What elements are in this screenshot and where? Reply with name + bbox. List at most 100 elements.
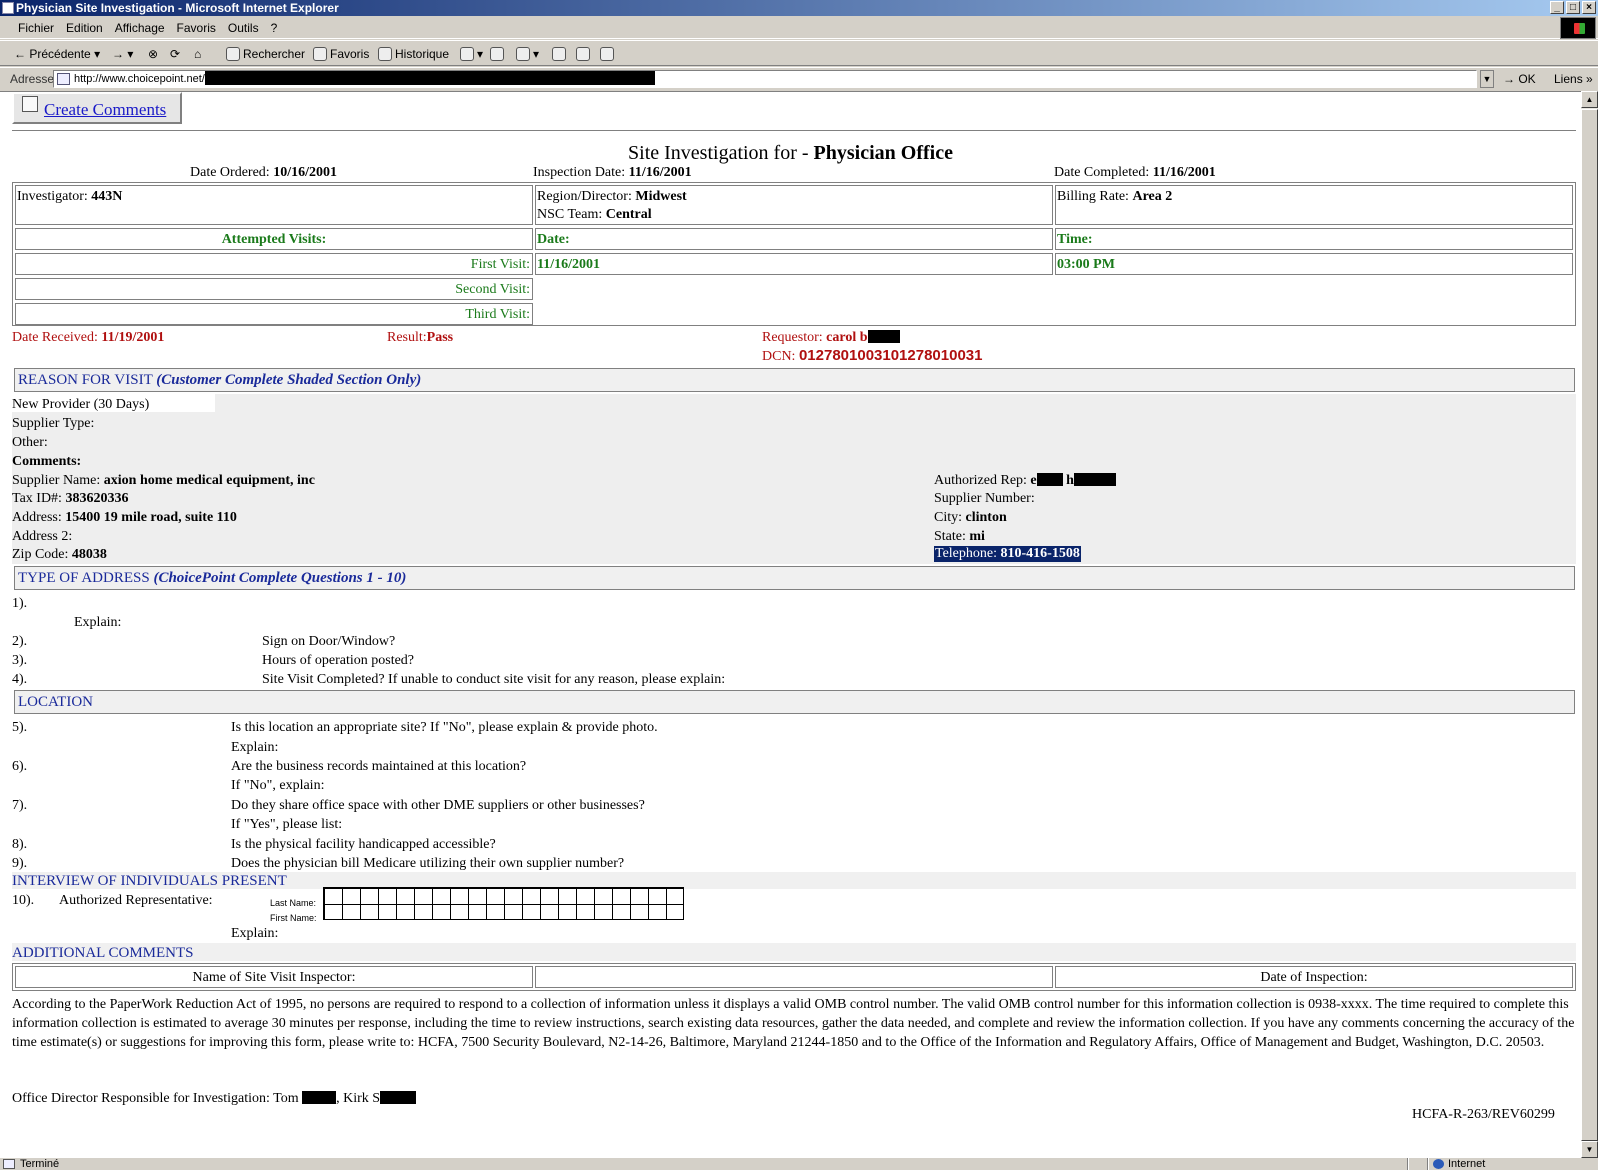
edit-icon[interactable]: ▾ (516, 41, 539, 67)
favorites-button[interactable]: Favoris (313, 41, 369, 67)
new-provider: New Provider (30 Days) (12, 397, 150, 412)
q5-number: 5). (12, 720, 28, 735)
additional-comments-header: ADDITIONAL COMMENTS (12, 945, 194, 961)
region: Region/Director: Midwest (537, 189, 687, 204)
create-comments-link[interactable]: Create Comments (44, 100, 166, 120)
q10-explain: Explain: (231, 926, 279, 941)
attempted-visits-label: Attempted Visits: (221, 232, 327, 247)
history-button[interactable]: Historique (378, 41, 449, 67)
supplier-type: Supplier Type: (12, 416, 95, 431)
last-name-label: Last Name: (270, 898, 317, 908)
q7-sub: If "Yes", please list: (231, 817, 343, 832)
address-dropdown-icon[interactable]: ▼ (1480, 70, 1494, 88)
refresh-icon[interactable]: ⟳ (170, 41, 180, 67)
zip-code: Zip Code: 48038 (12, 547, 107, 562)
interview-header: INTERVIEW OF INDIVIDUALS PRESENT (12, 873, 287, 889)
q3-number: 3). (12, 653, 28, 668)
scroll-thumb[interactable] (1581, 109, 1598, 1141)
dcn: DCN: 0127801003101278010031 (762, 347, 983, 365)
address: Address: 15400 19 mile road, suite 110 (12, 510, 237, 525)
q1-number: 1). (12, 596, 28, 611)
mail-icon[interactable]: ▾ (460, 41, 483, 67)
q4-text: Site Visit Completed? If unable to condu… (262, 672, 726, 687)
q9-number: 9). (12, 856, 28, 871)
q5-explain: Explain: (231, 740, 279, 755)
telephone: Telephone: 810-416-1508 (934, 546, 1081, 562)
q9-text: Does the physician bill Medicare utilizi… (231, 856, 625, 871)
vertical-scrollbar[interactable]: ▲ ▼ (1581, 91, 1598, 1158)
create-comments-button[interactable]: Create Comments (12, 92, 182, 124)
search-icon (226, 47, 240, 61)
time-head-cell (1055, 228, 1573, 250)
third-visit-label: Third Visit: (465, 307, 530, 322)
menu-fichier[interactable]: Fichier (12, 17, 60, 39)
reason-for-visit-header: REASON FOR VISIT (Customer Complete Shad… (14, 368, 1575, 392)
q6-number: 6). (12, 759, 28, 774)
stop-icon[interactable]: ⊗ (148, 41, 158, 67)
result: Result:Pass (387, 330, 454, 345)
first-visit-date: 11/16/2001 (537, 257, 601, 272)
menu-edition[interactable]: Edition (60, 17, 109, 39)
address-input[interactable]: http://www.choicepoint.net/ (53, 70, 1477, 88)
inspector-label: Name of Site Visit Inspector: (192, 970, 356, 985)
status-bar: Terminé Internet (0, 1158, 1598, 1170)
scroll-down-icon[interactable]: ▼ (1581, 1141, 1598, 1158)
menu-favoris[interactable]: Favoris (171, 17, 222, 39)
search-button[interactable]: Rechercher (226, 41, 305, 67)
address-bar: Adresse http://www.choicepoint.net/ ▼ → … (0, 67, 1598, 90)
other: Other: (12, 435, 48, 450)
browser-window: Physician Site Investigation - Microsoft… (0, 0, 1598, 1170)
shade-row (215, 394, 1576, 412)
comment-icon (22, 96, 38, 112)
inspection-date: Inspection Date: 11/16/2001 (533, 165, 692, 180)
print-icon[interactable] (490, 41, 507, 67)
scroll-up-icon[interactable]: ▲ (1581, 91, 1598, 108)
date-received: Date Received: 11/19/2001 (12, 330, 165, 345)
inspector-name-cell[interactable] (535, 966, 1053, 988)
menu-affichage[interactable]: Affichage (109, 17, 171, 39)
first-visit-time: 03:00 PM (1057, 257, 1115, 272)
state: State: mi (934, 529, 985, 544)
minimize-button[interactable]: _ (1550, 1, 1564, 14)
windows-logo-icon (1560, 17, 1596, 39)
date-completed: Date Completed: 11/16/2001 (1054, 165, 1216, 180)
close-button[interactable]: × (1582, 1, 1596, 14)
favorites-icon (313, 47, 327, 61)
toolbar: ← Précédente ▾ → ▾ ⊗ ⟳ ⌂ Rechercher Favo… (0, 40, 1598, 66)
discuss-icon[interactable] (552, 41, 569, 67)
tools-icon[interactable] (600, 41, 617, 67)
back-button[interactable]: ← Précédente ▾ (14, 41, 100, 67)
home-icon[interactable]: ⌂ (194, 41, 201, 67)
date-column-label: Date: (537, 232, 570, 247)
go-button[interactable]: → OK (1503, 72, 1536, 86)
first-name-label: First Name: (270, 913, 317, 923)
window-title: Physician Site Investigation - Microsoft… (16, 1, 339, 15)
name-entry-grid[interactable] (323, 887, 684, 920)
date-head-cell (535, 228, 1053, 250)
date-ordered: Date Ordered: 10/16/2001 (190, 165, 337, 180)
address-url: http://www.choicepoint.net/ (74, 73, 205, 85)
address-2: Address 2: (12, 529, 73, 544)
q2-number: 2). (12, 634, 28, 649)
q1-explain: Explain: (74, 615, 122, 630)
first-visit-label: First Visit: (470, 257, 530, 272)
menu-help[interactable]: ? (265, 17, 284, 39)
supplier-number: Supplier Number: (934, 491, 1035, 506)
requestor: Requestor: carol b (762, 330, 900, 346)
page-icon (57, 73, 70, 85)
city: City: clinton (934, 510, 1007, 525)
maximize-button[interactable]: □ (1566, 1, 1580, 14)
investigator: Investigator: 443N (17, 189, 123, 204)
q5-text: Is this location an appropriate site? If… (231, 720, 658, 735)
messenger-icon[interactable] (576, 41, 593, 67)
forward-button[interactable]: → ▾ (112, 41, 133, 67)
q7-number: 7). (12, 798, 28, 813)
address-label: Adresse (10, 72, 55, 86)
q10-text: Authorized Representative: (59, 893, 213, 908)
links-button[interactable]: Liens » (1554, 72, 1593, 86)
form-id: HCFA-R-263/REV60299 (1412, 1107, 1555, 1122)
security-zone: Internet (1448, 1158, 1486, 1170)
history-icon (378, 47, 392, 61)
menu-outils[interactable]: Outils (222, 17, 265, 39)
billing-rate: Billing Rate: Area 2 (1057, 189, 1173, 204)
